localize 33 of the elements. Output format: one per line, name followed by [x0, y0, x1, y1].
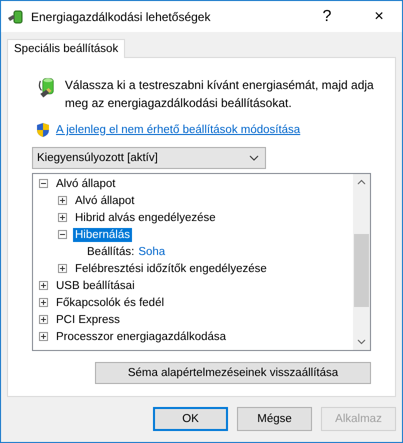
collapse-icon[interactable] — [58, 230, 67, 239]
tree-item[interactable]: USB beállításai — [54, 278, 137, 292]
collapse-icon[interactable] — [39, 179, 48, 188]
admin-link[interactable]: A jelenleg el nem érhető beállítások módosítása — [56, 124, 300, 136]
tab[interactable]: Speciális beállítások — [7, 39, 126, 58]
chevron-down-icon — [249, 155, 259, 161]
tree-item[interactable]: PCI Express — [54, 312, 122, 326]
help-button[interactable]: ? — [304, 1, 350, 32]
scrollbar-thumb[interactable] — [354, 234, 369, 308]
window-title: Energiagazdálkodási lehetőségek — [31, 10, 212, 24]
tree-item[interactable]: Felébresztési időzítők engedélyezése — [73, 262, 269, 276]
intro-text: Válassza ki a testreszabni kívánt energiasémát, majd adja meg az energiagazdálkodási beállításokat. — [64, 77, 375, 112]
tree-item[interactable]: Főkapcsolók és fedél — [54, 296, 166, 310]
shield-icon — [36, 122, 50, 138]
expand-icon[interactable] — [39, 315, 48, 324]
restore-defaults-button[interactable]: Séma alapértelmezéseinek visszaállítása — [95, 362, 371, 384]
plan-dropdown[interactable]: Kiegyensúlyozott [aktív] — [32, 147, 266, 169]
battery-plug-icon — [7, 8, 25, 24]
tree-item[interactable]: Alvó állapot — [73, 194, 136, 208]
expand-icon[interactable] — [39, 281, 48, 290]
tree-item[interactable]: Hibernálás — [73, 228, 132, 242]
setting-item[interactable]: Beállítás: Soha — [85, 244, 168, 258]
expand-icon[interactable] — [39, 332, 48, 341]
expand-icon[interactable] — [58, 196, 67, 205]
tree-item[interactable]: Processzor energiagazdálkodása — [54, 330, 228, 344]
dialog-button[interactable]: Mégse — [237, 407, 312, 431]
tree-item[interactable]: Alvó állapot — [54, 176, 118, 190]
dialog-button[interactable]: OK — [153, 407, 228, 431]
close-button[interactable]: × — [356, 1, 402, 32]
expand-icon[interactable] — [58, 264, 67, 273]
tree-item[interactable]: Hibrid alvás engedélyezése — [73, 210, 218, 224]
expand-icon[interactable] — [39, 298, 48, 307]
expand-icon[interactable] — [58, 213, 67, 222]
